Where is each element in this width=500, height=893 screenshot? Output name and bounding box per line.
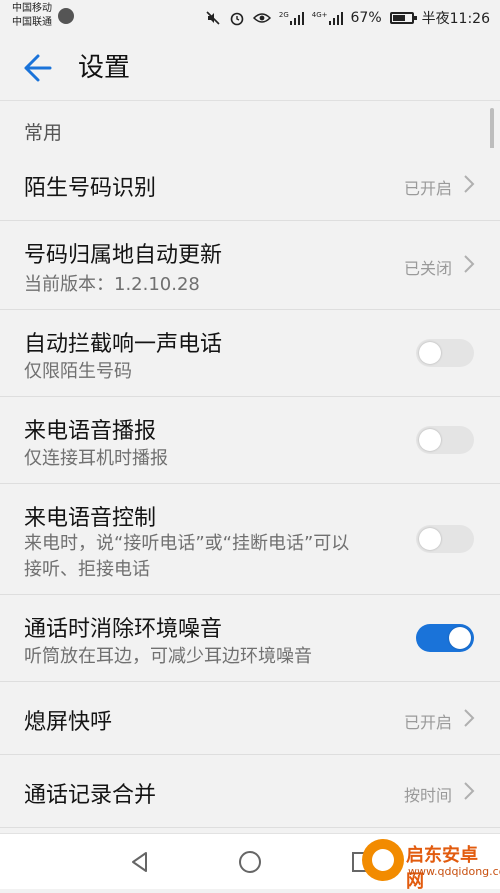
circle-home-icon bbox=[239, 851, 261, 873]
setting-title: 来电语音控制 bbox=[24, 506, 157, 531]
back-arrow-icon bbox=[24, 54, 52, 82]
setting-value: 已开启 bbox=[403, 179, 452, 198]
setting-subtitle: 当前版本：1.2.10.28 bbox=[24, 274, 200, 295]
sim2-signal-icon: 2G bbox=[279, 11, 304, 25]
carrier-labels: 中国移动 中国联通 bbox=[12, 2, 52, 30]
setting-value: 按时间 bbox=[403, 786, 452, 805]
setting-subtitle-line2: 接听、拒接电话 bbox=[24, 559, 150, 580]
battery-icon bbox=[389, 12, 417, 24]
setting-noise-cancel: 通话时消除环境噪音 听筒放在耳边，可减少耳边环境噪音 bbox=[0, 595, 500, 682]
chevron-right-icon bbox=[464, 782, 475, 800]
carrier-app-icon bbox=[58, 8, 74, 24]
watermark-logo bbox=[362, 839, 404, 881]
battery-percent: 67% bbox=[350, 10, 382, 26]
setting-unknown-number-id[interactable]: 陌生号码识别 已开启 bbox=[0, 148, 500, 221]
toggle-block-one-ring[interactable] bbox=[416, 339, 474, 367]
sim1-signal-icon: 4G+ bbox=[312, 11, 343, 25]
clock: 半夜11:26 bbox=[421, 11, 490, 27]
chevron-right-icon bbox=[464, 255, 475, 273]
setting-title: 来电语音播报 bbox=[24, 419, 157, 444]
toggle-noise-cancel[interactable] bbox=[416, 624, 474, 652]
setting-value: 已开启 bbox=[403, 713, 452, 732]
nav-back-button[interactable] bbox=[126, 848, 154, 876]
setting-incoming-voice-announce: 来电语音播报 仅连接耳机时播报 bbox=[0, 397, 500, 484]
watermark: 启东安卓网 www.qdqidong.com bbox=[358, 835, 500, 892]
setting-title: 自动拦截响一声电话 bbox=[24, 332, 223, 357]
page-title: 设置 bbox=[78, 53, 131, 83]
setting-location-auto-update[interactable]: 号码归属地自动更新 当前版本：1.2.10.28 已关闭 bbox=[0, 221, 500, 310]
setting-title: 陌生号码识别 bbox=[24, 176, 157, 201]
toggle-voice-control[interactable] bbox=[416, 525, 474, 553]
chevron-right-icon bbox=[464, 709, 475, 727]
nav-home-button[interactable] bbox=[236, 848, 264, 876]
setting-title: 通话时消除环境噪音 bbox=[24, 617, 223, 642]
setting-title: 通话记录合并 bbox=[24, 783, 157, 808]
setting-value: 已关闭 bbox=[403, 259, 452, 278]
watermark-url: www.qdqidong.com bbox=[408, 865, 500, 878]
setting-screen-off-quick-call[interactable]: 熄屏快呼 已开启 bbox=[0, 682, 500, 755]
setting-subtitle-line1: 来电时，说“接听电话”或“挂断电话”可以 bbox=[24, 533, 350, 554]
toggle-voice-announce[interactable] bbox=[416, 426, 474, 454]
eye-comfort-icon bbox=[252, 13, 271, 23]
setting-subtitle: 仅连接耳机时播报 bbox=[24, 448, 168, 469]
setting-subtitle: 仅限陌生号码 bbox=[24, 361, 132, 382]
setting-title: 熄屏快呼 bbox=[24, 710, 113, 735]
alarm-icon bbox=[230, 12, 244, 26]
triangle-back-icon bbox=[132, 852, 147, 872]
setting-incoming-voice-control: 来电语音控制 来电时，说“接听电话”或“挂断电话”可以 接听、拒接电话 bbox=[0, 484, 500, 595]
status-icons: 2G 4G+ 67% 半夜11:26 bbox=[205, 8, 490, 28]
back-button[interactable] bbox=[18, 50, 58, 86]
app-header: 设置 bbox=[0, 36, 500, 101]
setting-title: 号码归属地自动更新 bbox=[24, 243, 223, 268]
section-label-common: 常用 bbox=[24, 122, 63, 144]
mute-icon bbox=[206, 11, 220, 25]
status-bar: 中国移动 中国联通 2G 4G+ 67% 半夜11:26 bbox=[0, 0, 500, 36]
settings-list: 陌生号码识别 已开启 号码归属地自动更新 当前版本：1.2.10.28 已关闭 … bbox=[0, 148, 500, 828]
setting-call-log-merge[interactable]: 通话记录合并 按时间 bbox=[0, 755, 500, 828]
setting-block-one-ring: 自动拦截响一声电话 仅限陌生号码 bbox=[0, 310, 500, 397]
carrier-2: 中国联通 bbox=[12, 17, 52, 28]
setting-subtitle: 听筒放在耳边，可减少耳边环境噪音 bbox=[24, 646, 312, 667]
chevron-right-icon bbox=[464, 175, 475, 193]
carrier-1: 中国移动 bbox=[12, 3, 52, 14]
